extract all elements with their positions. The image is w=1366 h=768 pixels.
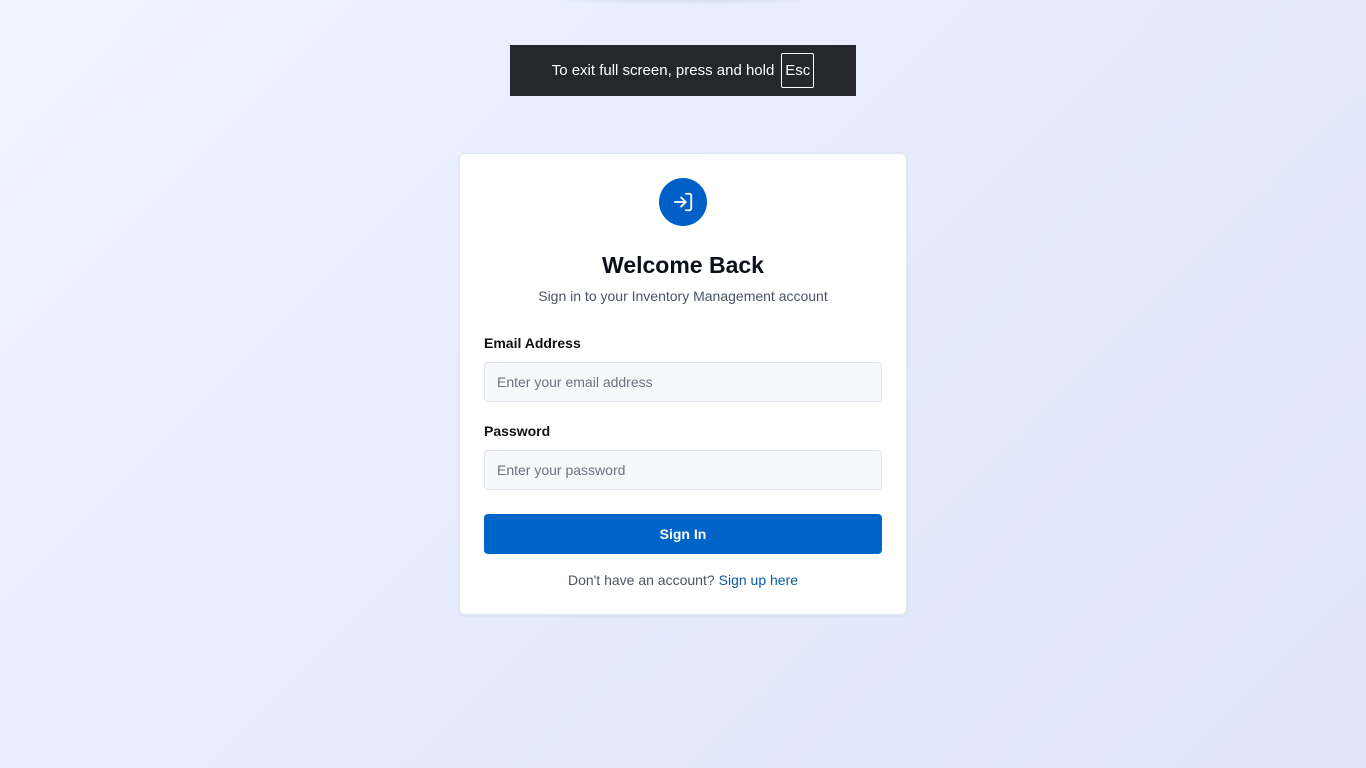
login-arrow-icon [659, 178, 707, 226]
password-field[interactable] [484, 450, 882, 490]
fullscreen-exit-banner: To exit full screen, press and hold Esc [510, 45, 856, 96]
signup-prompt-text: Don't have an account? [567, 572, 715, 588]
email-field[interactable] [484, 362, 882, 402]
page-title: Welcome Back [602, 252, 764, 278]
sign-up-link[interactable]: Sign up here [719, 572, 798, 588]
password-label: Password [484, 423, 551, 439]
page-subtitle: Sign in to your Inventory Management acc… [538, 288, 828, 304]
fullscreen-banner-message: To exit full screen, press and hold [551, 62, 775, 79]
esc-key-badge: Esc [781, 53, 815, 88]
login-card: Welcome Back Sign in to your Inventory M… [459, 153, 907, 615]
signup-prompt-row: Don't have an account? Sign up here [460, 572, 906, 588]
top-edge-shadow [565, 0, 801, 2]
sign-in-button[interactable]: Sign In [484, 514, 882, 554]
email-label: Email Address [484, 335, 581, 351]
